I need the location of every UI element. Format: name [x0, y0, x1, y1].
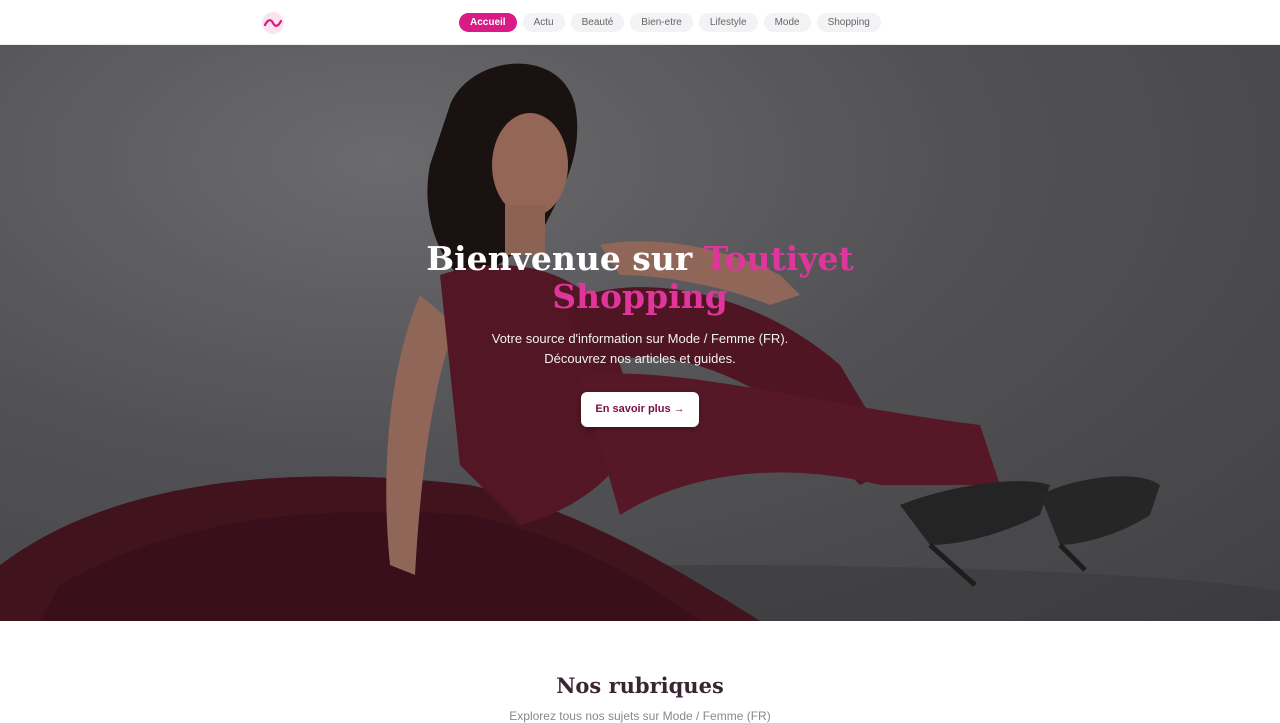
nav-item-actu[interactable]: Actu [522, 13, 565, 32]
learn-more-button[interactable]: En savoir plus → [581, 392, 699, 427]
hero-banner: Bienvenue sur Toutiyet Shopping Votre so… [0, 45, 1280, 621]
section-title: Nos rubriques [556, 673, 724, 698]
tilde-wave-icon [264, 19, 282, 27]
hero-subtitle: Votre source d'information sur Mode / Fe… [340, 329, 940, 369]
nav-item-bien-etre[interactable]: Bien-etre [630, 13, 693, 32]
hero-subtitle-line-1: Votre source d'information sur Mode / Fe… [491, 331, 789, 346]
hero-title-text: Bienvenue sur [426, 239, 704, 278]
nav-item-shopping[interactable]: Shopping [816, 13, 881, 32]
nav-item-mode[interactable]: Mode [763, 13, 811, 32]
nav-item-accueil[interactable]: Accueil [459, 13, 517, 32]
hero-title: Bienvenue sur Toutiyet Shopping [340, 240, 940, 316]
section-subtitle: Explorez tous nos sujets sur Mode / Femm… [509, 709, 771, 723]
site-logo[interactable] [262, 12, 284, 34]
nav-item-lifestyle[interactable]: Lifestyle [698, 13, 758, 32]
hero-subtitle-line-2: Découvrez nos articles et guides. [544, 351, 736, 366]
main-nav: Accueil Actu Beauté Bien-etre Lifestyle … [459, 13, 881, 32]
top-navbar: Accueil Actu Beauté Bien-etre Lifestyle … [0, 0, 1280, 45]
nav-item-beaute[interactable]: Beauté [570, 13, 625, 32]
